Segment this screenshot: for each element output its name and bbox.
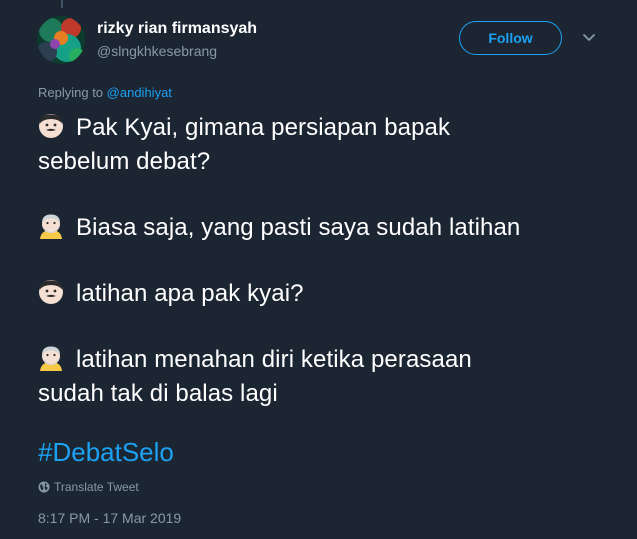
- replying-prefix: Replying to: [38, 85, 104, 100]
- tweet-line: latihan menahan diri ketika perasaan: [76, 346, 472, 373]
- avatar-image: [37, 16, 85, 64]
- man-emoji-icon: [38, 113, 64, 139]
- tweet-line: sebelum debat?: [38, 148, 211, 175]
- display-name[interactable]: rizky rian firmansyah: [97, 20, 257, 38]
- old-man-emoji-icon: [38, 213, 64, 239]
- translate-tweet-link[interactable]: Translate Tweet: [38, 480, 139, 494]
- chevron-down-icon[interactable]: [580, 31, 598, 45]
- user-handle[interactable]: @slngkhkesebrang: [97, 43, 217, 59]
- replying-to-line: Replying to @andihiyat: [38, 85, 172, 100]
- replying-mention-link[interactable]: @andihiyat: [107, 85, 172, 100]
- tweet-paragraph: latihan apa pak kyai?: [38, 277, 618, 311]
- avatar[interactable]: [37, 16, 85, 64]
- hashtag-link[interactable]: #DebatSelo: [38, 437, 174, 468]
- tweet-paragraph: latihan menahan diri ketika perasaan sud…: [38, 343, 618, 411]
- tweet-line: latihan apa pak kyai?: [76, 280, 304, 307]
- tweet-line: Pak Kyai, gimana persiapan bapak: [76, 114, 451, 141]
- man-emoji-icon: [38, 279, 64, 305]
- thread-connector-line: [61, 0, 63, 8]
- follow-button[interactable]: Follow: [459, 21, 562, 55]
- tweet-line: sudah tak di balas lagi: [38, 380, 278, 407]
- tweet-timestamp[interactable]: 8:17 PM - 17 Mar 2019: [38, 510, 181, 526]
- globe-icon: [38, 481, 50, 493]
- tweet-paragraph: Biasa saja, yang pasti saya sudah latiha…: [38, 211, 618, 245]
- tweet-line: Biasa saja, yang pasti saya sudah latiha…: [76, 214, 521, 241]
- tweet-paragraph: Pak Kyai, gimana persiapan bapak sebelum…: [38, 111, 618, 179]
- tweet-text: Pak Kyai, gimana persiapan bapak sebelum…: [38, 111, 618, 411]
- old-man-emoji-icon: [38, 345, 64, 371]
- translate-tweet-label: Translate Tweet: [54, 480, 139, 494]
